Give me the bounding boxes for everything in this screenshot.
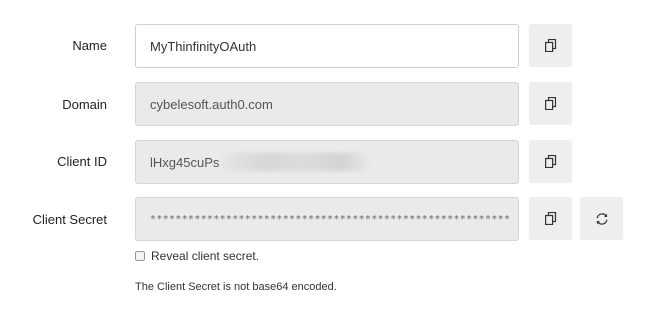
copy-icon	[544, 97, 557, 110]
client-id-field[interactable]: lHxg45cuPs	[135, 140, 519, 184]
domain-value: cybelesoft.auth0.com	[150, 96, 273, 112]
client-id-label: Client ID	[57, 154, 107, 169]
reveal-secret-label: Reveal client secret.	[151, 249, 260, 263]
copy-icon	[544, 155, 557, 168]
redacted-blur	[221, 153, 372, 171]
copy-client-id-button[interactable]	[529, 140, 572, 183]
name-value: MyThinfinityOAuth	[150, 38, 257, 54]
copy-domain-button[interactable]	[529, 82, 572, 125]
copy-icon	[544, 39, 557, 52]
rotate-icon	[595, 212, 609, 226]
rotate-secret-button[interactable]	[580, 197, 623, 240]
client-secret-value: ****************************************…	[150, 213, 511, 225]
copy-name-button[interactable]	[529, 24, 572, 67]
name-input[interactable]: MyThinfinityOAuth	[135, 24, 519, 68]
client-id-value: lHxg45cuPs	[150, 154, 220, 170]
copy-icon	[544, 212, 557, 225]
domain-field[interactable]: cybelesoft.auth0.com	[135, 82, 519, 126]
base64-note: The Client Secret is not base64 encoded.	[135, 281, 337, 293]
name-label: Name	[72, 38, 107, 53]
application-settings-panel: Name MyThinfinityOAuth Domain cybelesoft…	[0, 0, 653, 313]
reveal-secret-option[interactable]: Reveal client secret.	[135, 249, 259, 263]
client-secret-label: Client Secret	[32, 212, 107, 227]
domain-label: Domain	[62, 97, 107, 112]
client-secret-field[interactable]: ****************************************…	[135, 197, 519, 241]
reveal-secret-checkbox[interactable]	[135, 251, 145, 261]
copy-client-secret-button[interactable]	[529, 197, 572, 240]
